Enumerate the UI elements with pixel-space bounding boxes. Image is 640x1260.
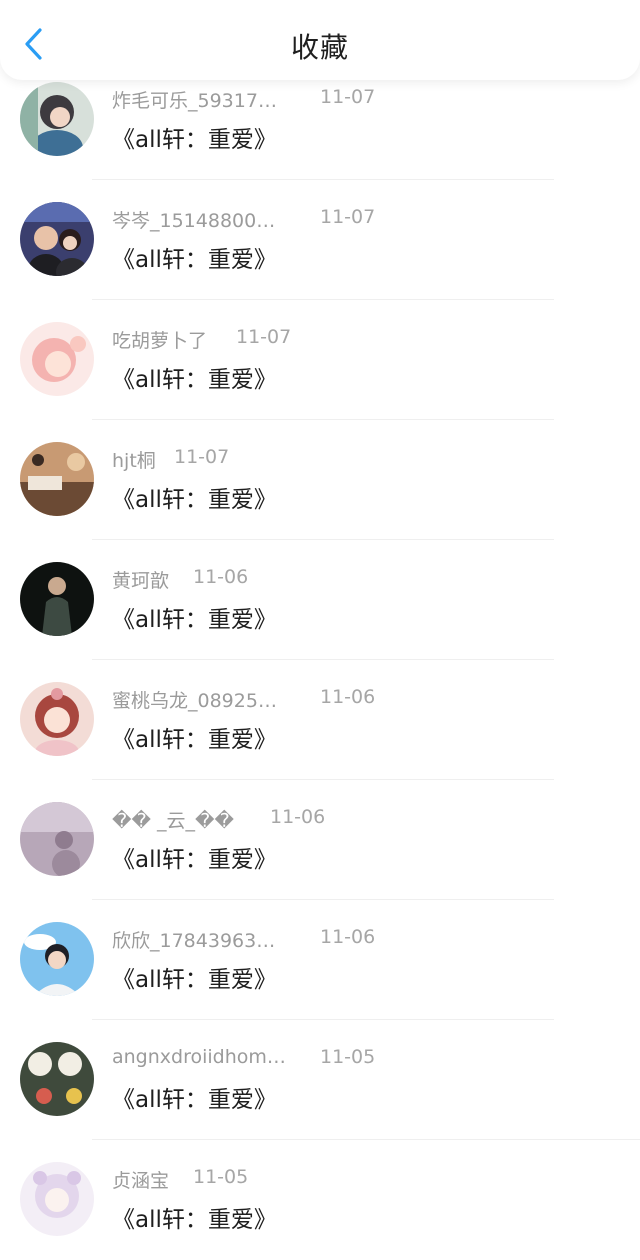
item-meta: 黄珂歆 11-06 <box>112 566 572 596</box>
item-title[interactable]: 《all轩：重爱》 <box>112 1080 277 1114</box>
item-meta: hjt桐 11-07 <box>112 446 572 476</box>
item-date: 11-07 <box>174 446 230 468</box>
item-meta: 岑岑_15148800… 11-07 <box>112 206 572 236</box>
item-date: 11-07 <box>320 86 376 108</box>
user-name[interactable]: �� _云_�� <box>112 806 234 833</box>
avatar[interactable] <box>20 682 94 756</box>
item-title[interactable]: 《all轩：重爱》 <box>112 720 277 754</box>
favorites-list: 炸毛可乐_59317… 11-07 《all轩：重爱》 岑岑_15148800…… <box>0 60 640 1260</box>
user-name[interactable]: 蜜桃乌龙_08925… <box>112 686 277 713</box>
item-title[interactable]: 《all轩：重爱》 <box>112 600 277 634</box>
user-name[interactable]: 岑岑_15148800… <box>112 206 275 233</box>
item-title[interactable]: 《all轩：重爱》 <box>112 1200 277 1234</box>
user-name[interactable]: 黄珂歆 <box>112 566 169 593</box>
favorites-page: 收藏 炸毛可乐_59317… 11-07 《all轩：重爱》 岑岑_151488… <box>0 0 640 1260</box>
avatar[interactable] <box>20 322 94 396</box>
list-item[interactable]: 贞涵宝 11-05 《all轩：重爱》 <box>0 1140 640 1260</box>
avatar[interactable] <box>20 802 94 876</box>
item-meta: 炸毛可乐_59317… 11-07 <box>112 86 572 116</box>
avatar[interactable] <box>20 442 94 516</box>
user-name[interactable]: hjt桐 <box>112 446 156 473</box>
item-meta: 吃胡萝卜了 11-07 <box>112 326 572 356</box>
avatar[interactable] <box>20 1162 94 1236</box>
item-meta: angnxdroiidhom… 11-05 <box>112 1046 572 1076</box>
item-title[interactable]: 《all轩：重爱》 <box>112 240 277 274</box>
avatar[interactable] <box>20 202 94 276</box>
user-name[interactable]: 贞涵宝 <box>112 1166 169 1193</box>
item-date: 11-06 <box>270 806 326 828</box>
avatar[interactable] <box>20 922 94 996</box>
item-date: 11-05 <box>193 1166 249 1188</box>
page-title: 收藏 <box>290 31 349 64</box>
item-meta: �� _云_�� 11-06 <box>112 806 572 836</box>
list-item[interactable]: 欣欣_17843963… 11-06 《all轩：重爱》 <box>0 900 640 1020</box>
item-title[interactable]: 《all轩：重爱》 <box>112 840 277 874</box>
item-title[interactable]: 《all轩：重爱》 <box>112 120 277 154</box>
item-title[interactable]: 《all轩：重爱》 <box>112 960 277 994</box>
item-date: 11-05 <box>320 1046 376 1068</box>
avatar[interactable] <box>20 1042 94 1116</box>
list-item[interactable]: hjt桐 11-07 《all轩：重爱》 <box>0 420 640 540</box>
item-title[interactable]: 《all轩：重爱》 <box>112 360 277 394</box>
list-item[interactable]: 岑岑_15148800… 11-07 《all轩：重爱》 <box>0 180 640 300</box>
user-name[interactable]: 吃胡萝卜了 <box>112 326 207 353</box>
item-date: 11-06 <box>320 686 376 708</box>
user-name[interactable]: 欣欣_17843963… <box>112 926 275 953</box>
item-title[interactable]: 《all轩：重爱》 <box>112 480 277 514</box>
avatar[interactable] <box>20 562 94 636</box>
item-meta: 蜜桃乌龙_08925… 11-06 <box>112 686 572 716</box>
item-date: 11-07 <box>236 326 292 348</box>
user-name[interactable]: angnxdroiidhom… <box>112 1046 286 1068</box>
item-date: 11-06 <box>193 566 249 588</box>
list-item[interactable]: 蜜桃乌龙_08925… 11-06 《all轩：重爱》 <box>0 660 640 780</box>
item-meta: 贞涵宝 11-05 <box>112 1166 572 1196</box>
user-name[interactable]: 炸毛可乐_59317… <box>112 86 277 113</box>
list-item[interactable]: �� _云_�� 11-06 《all轩：重爱》 <box>0 780 640 900</box>
item-date: 11-07 <box>320 206 376 228</box>
list-item[interactable]: 吃胡萝卜了 11-07 《all轩：重爱》 <box>0 300 640 420</box>
top-bar: 收藏 <box>0 0 640 80</box>
item-meta: 欣欣_17843963… 11-06 <box>112 926 572 956</box>
list-item[interactable]: 黄珂歆 11-06 《all轩：重爱》 <box>0 540 640 660</box>
avatar[interactable] <box>20 82 94 156</box>
item-date: 11-06 <box>320 926 376 948</box>
list-item[interactable]: angnxdroiidhom… 11-05 《all轩：重爱》 <box>0 1020 640 1140</box>
